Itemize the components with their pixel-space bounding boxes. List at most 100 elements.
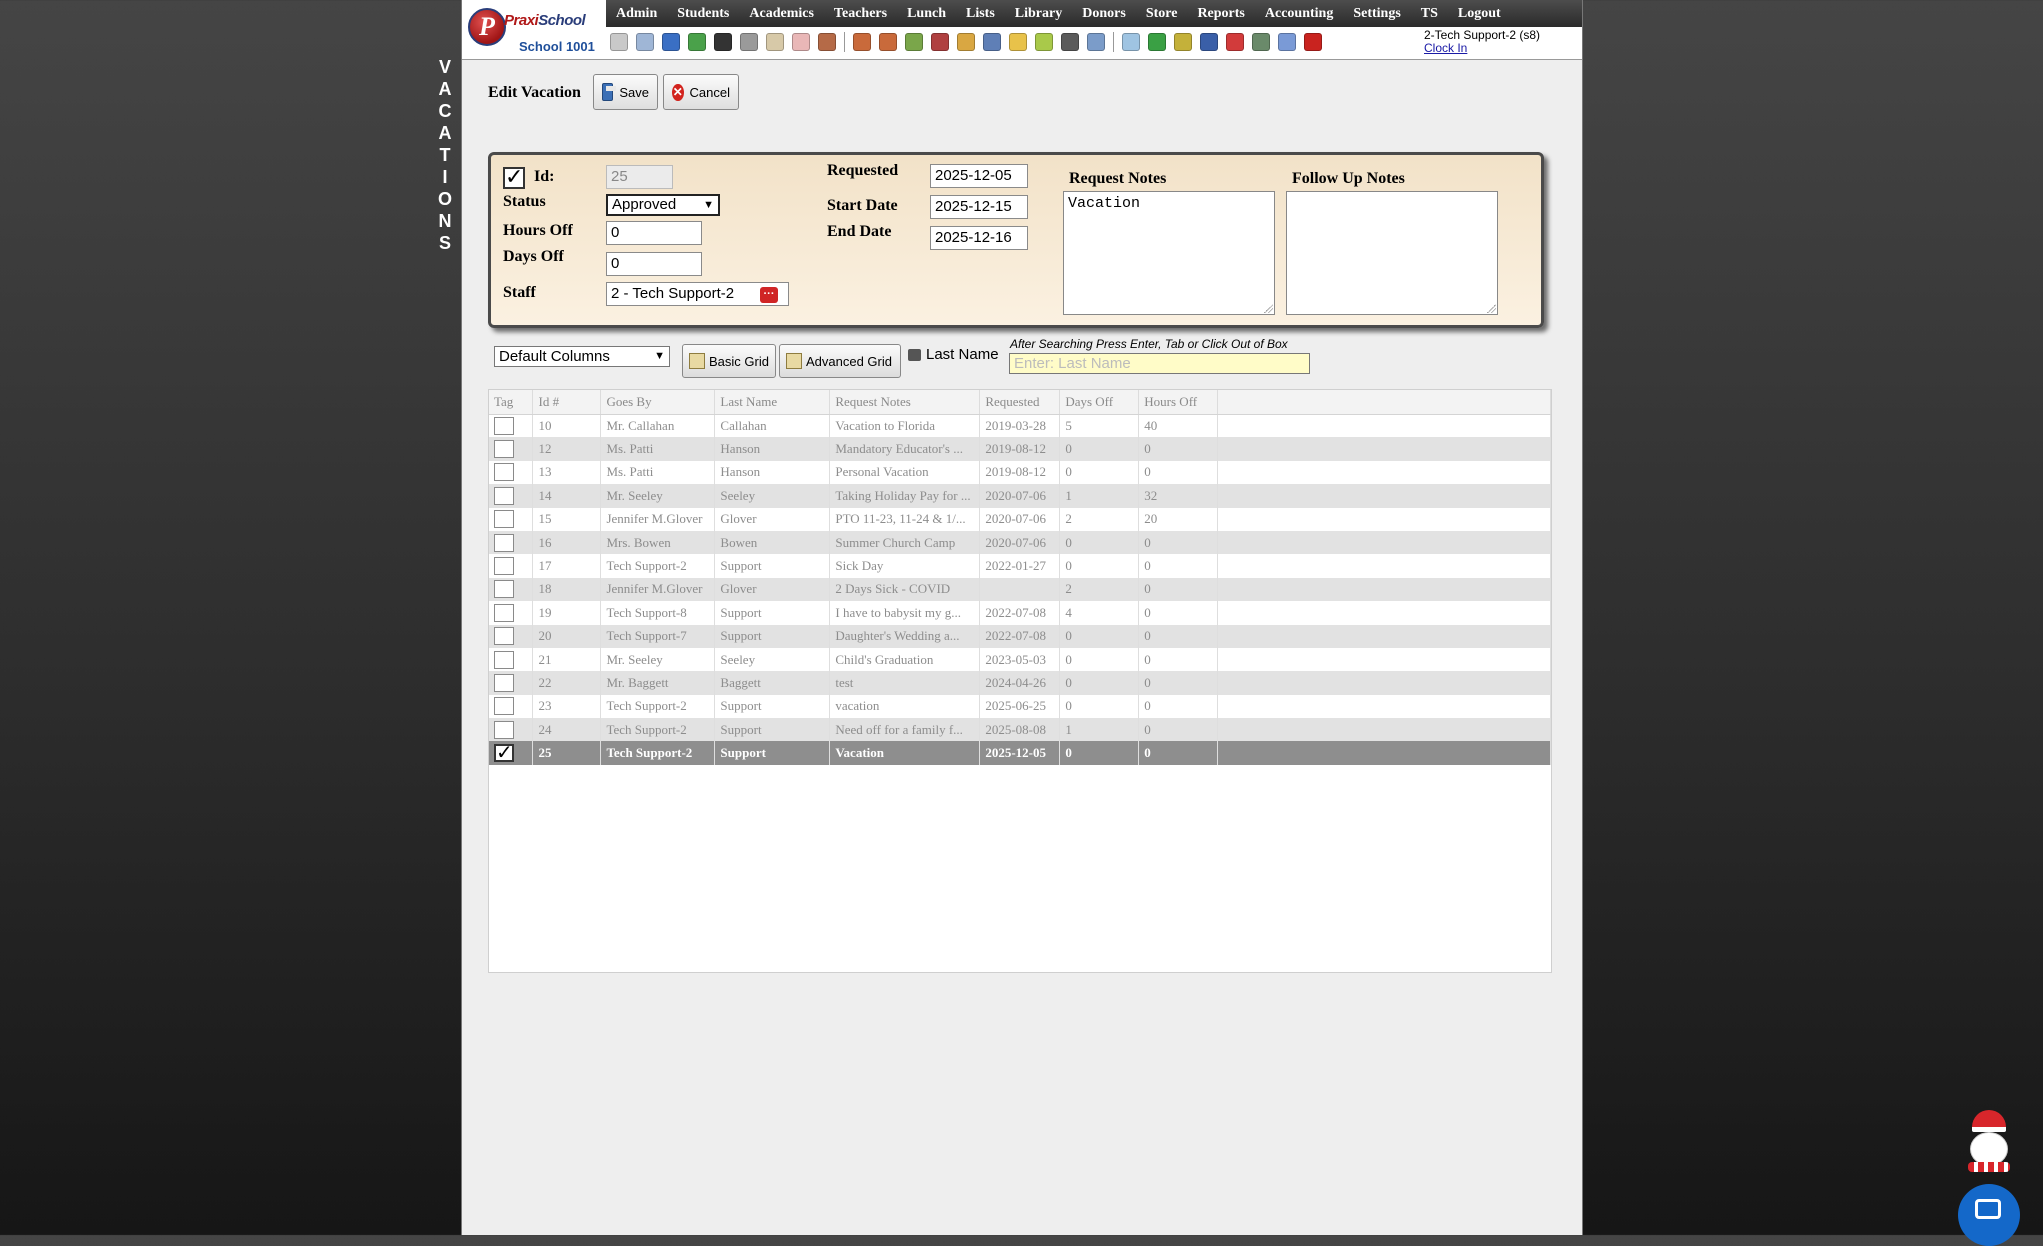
- note-icon[interactable]: [1009, 33, 1027, 51]
- tag-cell[interactable]: [489, 437, 534, 461]
- nav-item-academics[interactable]: Academics: [739, 6, 824, 22]
- status-select[interactable]: Approved ▼: [606, 194, 720, 216]
- row-checkbox[interactable]: [494, 416, 514, 435]
- row-checkbox[interactable]: [494, 486, 514, 505]
- column-header[interactable]: Id #: [532, 390, 602, 415]
- end-date-input[interactable]: 2025-12-16: [930, 226, 1028, 250]
- column-header[interactable]: Request Notes: [829, 390, 981, 415]
- table-row[interactable]: 23 Tech Support-2 Support vacation 2025-06-2…: [489, 694, 1551, 719]
- nav-item-students[interactable]: Students: [667, 6, 739, 22]
- nav-item-library[interactable]: Library: [1005, 6, 1072, 22]
- row-checkbox[interactable]: [494, 580, 514, 599]
- envelope-icon[interactable]: [1035, 33, 1053, 51]
- row-checkbox[interactable]: [494, 603, 514, 622]
- days-off-input[interactable]: 0: [606, 252, 702, 276]
- tag-cell[interactable]: [489, 554, 534, 578]
- tag-cell[interactable]: [489, 414, 534, 438]
- nav-item-lists[interactable]: Lists: [956, 6, 1005, 22]
- row-checkbox[interactable]: [494, 697, 514, 716]
- nav-item-lunch[interactable]: Lunch: [897, 6, 956, 22]
- checklist-icon[interactable]: [766, 33, 784, 51]
- card-icon[interactable]: [1148, 33, 1166, 51]
- megaphone-icon[interactable]: [818, 33, 836, 51]
- pdf-icon[interactable]: [1226, 33, 1244, 51]
- resize-grip-icon[interactable]: [1487, 304, 1496, 313]
- staff-input[interactable]: 2 - Tech Support-2 ···: [606, 282, 789, 306]
- book-icon[interactable]: [983, 33, 1001, 51]
- table-row[interactable]: 15 Jennifer M.Glover Glover PTO 11-23, 11-2…: [489, 507, 1551, 531]
- clock-in-link[interactable]: Clock In: [1424, 42, 1540, 55]
- speaker-icon[interactable]: [740, 33, 758, 51]
- printer-icon[interactable]: [1174, 33, 1192, 51]
- user-alert-icon[interactable]: [879, 33, 897, 51]
- cash-icon[interactable]: [1252, 33, 1270, 51]
- tag-cell[interactable]: [489, 460, 534, 485]
- nav-item-settings[interactable]: Settings: [1343, 6, 1410, 22]
- row-checkbox[interactable]: [494, 650, 514, 669]
- row-checkbox[interactable]: [494, 674, 514, 692]
- table-row[interactable]: 14 Mr. Seeley Seeley Taking Holiday Pay for…: [489, 484, 1551, 508]
- column-header[interactable]: Goes By: [600, 390, 716, 415]
- row-checkbox[interactable]: [494, 510, 514, 529]
- row-checkbox[interactable]: [494, 533, 514, 552]
- email-icon[interactable]: [662, 33, 680, 51]
- table-row[interactable]: 19 Tech Support-8 Support I have to babysit…: [489, 601, 1551, 625]
- nav-item-donors[interactable]: Donors: [1072, 6, 1136, 22]
- phone-icon[interactable]: [714, 33, 732, 51]
- table-row[interactable]: 22 Mr. Baggett Baggett test 2024-04-26 0 0: [489, 671, 1551, 695]
- save-button[interactable]: Save: [593, 74, 658, 110]
- column-header[interactable]: Days Off: [1059, 390, 1140, 415]
- table-row[interactable]: 18 Jennifer M.Glover Glover 2 Days Sick - C…: [489, 577, 1551, 602]
- nav-item-admin[interactable]: Admin: [606, 6, 667, 22]
- ap-icon[interactable]: [1200, 33, 1218, 51]
- sheet-icon[interactable]: [1122, 33, 1140, 51]
- column-header[interactable]: Hours Off: [1138, 390, 1219, 415]
- column-header[interactable]: Requested: [979, 390, 1061, 415]
- users-icon[interactable]: [931, 33, 949, 51]
- nav-item-accounting[interactable]: Accounting: [1255, 6, 1343, 22]
- row-checkbox[interactable]: [494, 720, 514, 739]
- table-row[interactable]: 10 Mr. Callahan Callahan Vacation to Florid…: [489, 414, 1551, 438]
- advanced-grid-button[interactable]: Advanced Grid: [779, 344, 901, 378]
- staff-lookup-icon[interactable]: ···: [760, 287, 778, 303]
- tag-cell[interactable]: [489, 694, 534, 719]
- table-row[interactable]: 12 Ms. Patti Hanson Mandatory Educator's ..…: [489, 437, 1551, 461]
- pencil-icon[interactable]: [905, 33, 923, 51]
- tag-cell[interactable]: [489, 647, 534, 672]
- column-header[interactable]: Tag: [489, 390, 534, 415]
- tag-cell[interactable]: [489, 624, 534, 648]
- tag-cell[interactable]: [489, 718, 534, 742]
- row-checkbox[interactable]: ✓: [494, 742, 514, 763]
- table-row[interactable]: 24 Tech Support-2 Support Need off for a fa…: [489, 718, 1551, 742]
- tag-cell[interactable]: [489, 577, 534, 602]
- tag-cell[interactable]: [489, 671, 534, 695]
- start-date-input[interactable]: 2025-12-15: [930, 195, 1028, 219]
- clock-icon[interactable]: [1087, 33, 1105, 51]
- nav-item-teachers[interactable]: Teachers: [824, 6, 897, 22]
- table-row[interactable]: 17 Tech Support-2 Support Sick Day 2022-01-2…: [489, 554, 1551, 578]
- tag-cell[interactable]: [489, 507, 534, 531]
- money-icon[interactable]: [688, 33, 706, 51]
- row-checkbox[interactable]: [494, 627, 514, 646]
- power-icon[interactable]: [1304, 33, 1322, 51]
- grid-icon[interactable]: [636, 33, 654, 51]
- nav-item-reports[interactable]: Reports: [1187, 6, 1254, 22]
- search-icon[interactable]: [610, 33, 628, 51]
- follow-up-notes-textarea[interactable]: [1286, 191, 1498, 315]
- chat-widget-button[interactable]: [1958, 1184, 2020, 1246]
- table-row[interactable]: 13 Ms. Patti Hanson Personal Vacation 2019-0…: [489, 460, 1551, 485]
- hours-off-input[interactable]: 0: [606, 221, 702, 245]
- columns-select[interactable]: Default Columns ▼: [494, 346, 670, 367]
- last-name-search-input[interactable]: Enter: Last Name: [1009, 353, 1310, 374]
- table-row[interactable]: 20 Tech Support-7 Support Daughter's Weddin…: [489, 624, 1551, 648]
- tag-cell[interactable]: ✓: [489, 741, 534, 765]
- calendar-icon[interactable]: [792, 33, 810, 51]
- tag-cell[interactable]: [489, 530, 534, 555]
- request-notes-textarea[interactable]: Vacation: [1063, 191, 1275, 315]
- column-header[interactable]: Last Name: [714, 390, 831, 415]
- person-icon[interactable]: [1061, 33, 1079, 51]
- row-checkbox[interactable]: [494, 440, 514, 459]
- nav-item-ts[interactable]: TS: [1411, 6, 1448, 22]
- table-row[interactable]: 21 Mr. Seeley Seeley Child's Graduation 2023…: [489, 647, 1551, 672]
- nav-item-logout[interactable]: Logout: [1448, 6, 1511, 22]
